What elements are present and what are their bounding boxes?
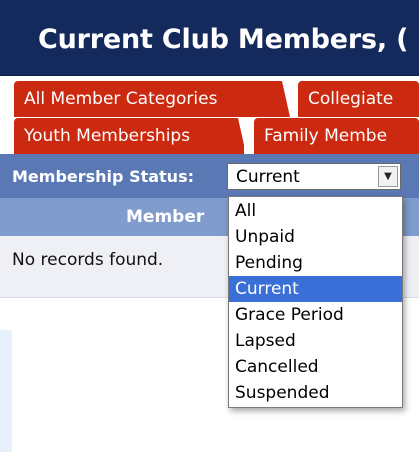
member-column-label: Member <box>126 207 205 227</box>
tab-label: Family Membe <box>264 126 388 146</box>
option-suspended[interactable]: Suspended <box>229 380 402 406</box>
tab-label: Collegiate <box>308 89 394 109</box>
membership-status-select[interactable]: Current ▼ <box>227 163 401 190</box>
tab-separator <box>238 118 254 154</box>
membership-status-label: Membership Status: <box>12 167 194 186</box>
page-title: Current Club Members, ( <box>38 24 409 55</box>
tab-youth-memberships[interactable]: Youth Memberships <box>14 118 244 154</box>
tab-collegiate[interactable]: Collegiate <box>298 81 419 117</box>
membership-status-dropdown: All Unpaid Pending Current Grace Period … <box>228 196 403 408</box>
chevron-down-icon[interactable]: ▼ <box>378 166 398 187</box>
option-all[interactable]: All <box>229 198 402 224</box>
tab-separator <box>282 81 298 117</box>
option-unpaid[interactable]: Unpaid <box>229 224 402 250</box>
side-panel <box>0 330 12 452</box>
select-current-value: Current <box>236 167 300 187</box>
tab-family-memberships[interactable]: Family Membe <box>254 118 419 154</box>
option-grace-period[interactable]: Grace Period <box>229 302 402 328</box>
empty-message: No records found. <box>12 250 164 270</box>
page-header: Current Club Members, ( <box>0 0 419 76</box>
tab-label: Youth Memberships <box>24 126 191 146</box>
tab-label: All Member Categories <box>24 89 218 109</box>
tab-strip: All Member Categories Collegiate Youth M… <box>0 76 419 154</box>
option-current[interactable]: Current <box>229 276 402 302</box>
option-pending[interactable]: Pending <box>229 250 402 276</box>
tab-all-member-categories[interactable]: All Member Categories <box>14 81 290 117</box>
option-cancelled[interactable]: Cancelled <box>229 354 402 380</box>
option-lapsed[interactable]: Lapsed <box>229 328 402 354</box>
